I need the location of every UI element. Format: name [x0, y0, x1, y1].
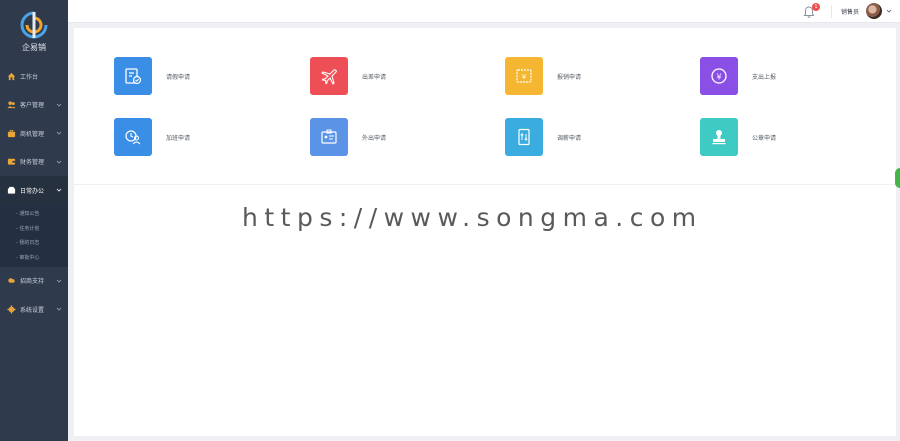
main-panel: 请假申请 出差申请 ¥ 报销申请 ¥ 支出上报 加班申请 外出申请 调薪申请 公…	[74, 28, 896, 436]
app-label: 公章申请	[752, 134, 777, 142]
sidebar: 企易销 工作台 客户管理 商机管理 财务管理 日常办公 - 通知公告 - 任务计…	[0, 0, 68, 441]
app-label: 报销申请	[557, 73, 582, 81]
office-icon	[6, 185, 16, 195]
leave-form-icon	[114, 57, 152, 95]
chevron-down-icon	[56, 188, 62, 192]
office-submenu: - 通知公告 - 任务计划 - 我的日志 - 审批中心	[0, 204, 68, 267]
stamp-icon	[700, 118, 738, 156]
logo[interactable]: 企易销	[0, 0, 68, 62]
submenu-item-text: 审批中心	[19, 254, 40, 261]
app-label: 调薪申请	[557, 134, 582, 142]
submenu-item-text: 任务计划	[19, 225, 40, 232]
watermark: https://www.songma.com	[242, 203, 703, 232]
yen-circle-icon: ¥	[700, 57, 738, 95]
app-label: 外出申请	[362, 134, 387, 142]
chevron-down-icon	[56, 279, 62, 283]
chevron-down-icon	[56, 307, 62, 311]
sidebar-item-workbench[interactable]: 工作台	[0, 62, 68, 91]
submenu-item-label: - 通知公告	[16, 211, 40, 218]
submenu-item-announcements[interactable]: - 通知公告	[0, 207, 68, 222]
badge-card-icon	[310, 118, 348, 156]
submenu-item-label: - 审批中心	[16, 254, 40, 261]
app-salary-adjustment[interactable]: 调薪申请	[505, 118, 581, 156]
cloud-icon	[6, 276, 16, 286]
home-icon	[6, 71, 16, 81]
sidebar-item-settings[interactable]: 系统设置	[0, 295, 68, 324]
app-label: 请假申请	[166, 73, 191, 81]
app-outing-request[interactable]: 外出申请	[310, 118, 386, 156]
users-icon	[6, 100, 16, 110]
sidebar-item-finance[interactable]: 财务管理	[0, 148, 68, 177]
reimburse-icon: ¥	[505, 57, 543, 95]
app-grid: 请假申请 出差申请 ¥ 报销申请 ¥ 支出上报 加班申请 外出申请 调薪申请 公…	[74, 28, 896, 185]
submenu-item-text: 通知公告	[19, 211, 40, 218]
sidebar-menu: 工作台 客户管理 商机管理 财务管理 日常办公	[0, 62, 68, 205]
sidebar-item-label: 招商支持	[20, 278, 45, 286]
top-bar: 1 销售员	[68, 0, 900, 23]
topbar-divider	[831, 5, 832, 18]
app-leave-request[interactable]: 请假申请	[114, 57, 190, 95]
side-float-tab[interactable]	[895, 168, 900, 188]
submenu-item-label: - 我的日志	[16, 240, 40, 247]
submenu-item-tasks[interactable]: - 任务计划	[0, 221, 68, 236]
gear-icon	[6, 304, 16, 314]
chevron-down-icon	[56, 160, 62, 164]
svg-text:¥: ¥	[522, 73, 527, 81]
sidebar-item-support[interactable]: 招商支持	[0, 267, 68, 296]
salary-adjust-icon	[505, 118, 543, 156]
sidebar-item-label: 日常办公	[20, 187, 45, 195]
briefcase-icon	[6, 128, 16, 138]
notification-badge: 1	[812, 3, 820, 11]
overtime-icon	[114, 118, 152, 156]
app-overtime-request[interactable]: 加班申请	[114, 118, 190, 156]
sidebar-item-label: 客户管理	[20, 102, 45, 110]
chevron-down-icon	[56, 131, 62, 135]
svg-text:¥: ¥	[716, 72, 721, 81]
sidebar-item-label: 工作台	[20, 73, 39, 81]
chevron-down-icon[interactable]	[886, 8, 892, 14]
submenu-item-approvals[interactable]: - 审批中心	[0, 250, 68, 265]
sidebar-item-customers[interactable]: 客户管理	[0, 91, 68, 120]
sidebar-item-label: 商机管理	[20, 130, 45, 138]
sidebar-item-opportunities[interactable]: 商机管理	[0, 119, 68, 148]
app-label: 支出上报	[752, 73, 777, 81]
app-reimbursement[interactable]: ¥ 报销申请	[505, 57, 581, 95]
logo-mark-icon	[20, 11, 48, 38]
app-label: 加班申请	[166, 134, 191, 142]
submenu-item-label: - 任务计划	[16, 225, 40, 232]
sidebar-item-label: 系统设置	[20, 306, 45, 314]
logo-text: 企易销	[22, 42, 46, 52]
submenu-item-logs[interactable]: - 我的日志	[0, 236, 68, 251]
app-expense-report[interactable]: ¥ 支出上报	[700, 57, 776, 95]
airplane-icon	[310, 57, 348, 95]
sidebar-item-label: 财务管理	[20, 159, 45, 167]
app-business-trip[interactable]: 出差申请	[310, 57, 386, 95]
sidebar-menu-lower: 招商支持 系统设置	[0, 267, 68, 324]
chevron-down-icon	[56, 103, 62, 107]
sidebar-item-office[interactable]: 日常办公	[0, 176, 68, 205]
app-label: 出差申请	[362, 73, 387, 81]
username[interactable]: 销售员	[841, 7, 859, 16]
submenu-item-text: 我的日志	[19, 240, 40, 247]
app-seal-request[interactable]: 公章申请	[700, 118, 776, 156]
avatar[interactable]	[866, 3, 882, 19]
wallet-icon	[6, 157, 16, 167]
